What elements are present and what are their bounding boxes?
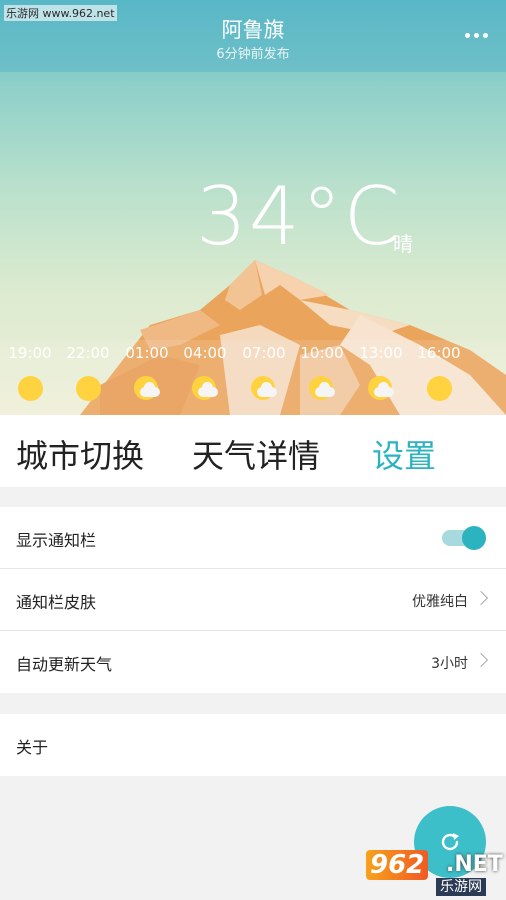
hour-time: 16:00 [417,344,461,362]
hour-time: 07:00 [242,344,286,362]
hourly-item: 22:00 [60,344,116,402]
site-logo: 962 .NET 乐游网 [366,850,503,896]
setting-label: 显示通知栏 [16,531,97,550]
sun-icon [75,376,101,402]
partly-cloudy-icon [251,376,277,402]
more-dots-icon[interactable] [465,33,488,38]
tab-bar: 城市切换 天气详情 设置 [0,415,506,487]
setting-row-auto-update[interactable]: 自动更新天气 3小时 [0,631,506,693]
partly-cloudy-icon [309,376,335,402]
partly-cloudy-icon [368,376,394,402]
hourly-item: 16:00 [411,344,467,402]
tab-settings[interactable]: 设置 [372,431,436,477]
tab-weather-details[interactable]: 天气详情 [192,431,320,477]
published-time: 6分钟前发布 [216,47,290,62]
city-title[interactable]: 阿鲁旗 [0,14,506,44]
hourly-item: 07:00 [236,344,292,402]
sun-icon [17,376,43,402]
setting-row-notification-bar[interactable]: 显示通知栏 [0,507,506,569]
hour-time: 19:00 [8,344,52,362]
tab-city-switch[interactable]: 城市切换 [16,431,144,477]
hourly-item: 10:00 [294,344,350,402]
setting-row-notification-skin[interactable]: 通知栏皮肤 优雅纯白 [0,569,506,631]
current-temperature: 34°C [196,170,402,263]
setting-label: 自动更新天气 [16,655,113,674]
sun-icon [426,376,452,402]
about-group: 关于 [0,714,506,776]
partly-cloudy-icon [192,376,218,402]
hour-time: 01:00 [125,344,169,362]
hourly-item: 19:00 [2,344,58,402]
setting-label: 关于 [16,738,49,757]
current-condition: 晴 [393,232,413,256]
chevron-right-icon [473,590,489,606]
chevron-right-icon [473,652,489,668]
setting-label: 通知栏皮肤 [16,593,97,612]
setting-row-about[interactable]: 关于 [0,714,506,776]
partly-cloudy-icon [134,376,160,402]
hourly-item: 13:00 [353,344,409,402]
hourly-item: 01:00 [119,344,175,402]
hour-time: 22:00 [66,344,110,362]
hour-time: 04:00 [183,344,227,362]
hour-time: 13:00 [359,344,403,362]
notification-bar-toggle[interactable] [442,526,486,550]
settings-group: 显示通知栏 通知栏皮肤 优雅纯白 自动更新天气 3小时 [0,507,506,693]
hourly-item: 04:00 [177,344,233,402]
hour-time: 10:00 [300,344,344,362]
setting-value: 3小时 [431,656,468,672]
setting-value: 优雅纯白 [412,594,468,610]
hourly-forecast: 19:00 22:00 01:00 04:00 07:00 10:00 13:0… [0,340,506,415]
weather-hero: 乐游网 www.962.net 阿鲁旗 6分钟前发布 34°C 晴 19:00 … [0,0,506,415]
